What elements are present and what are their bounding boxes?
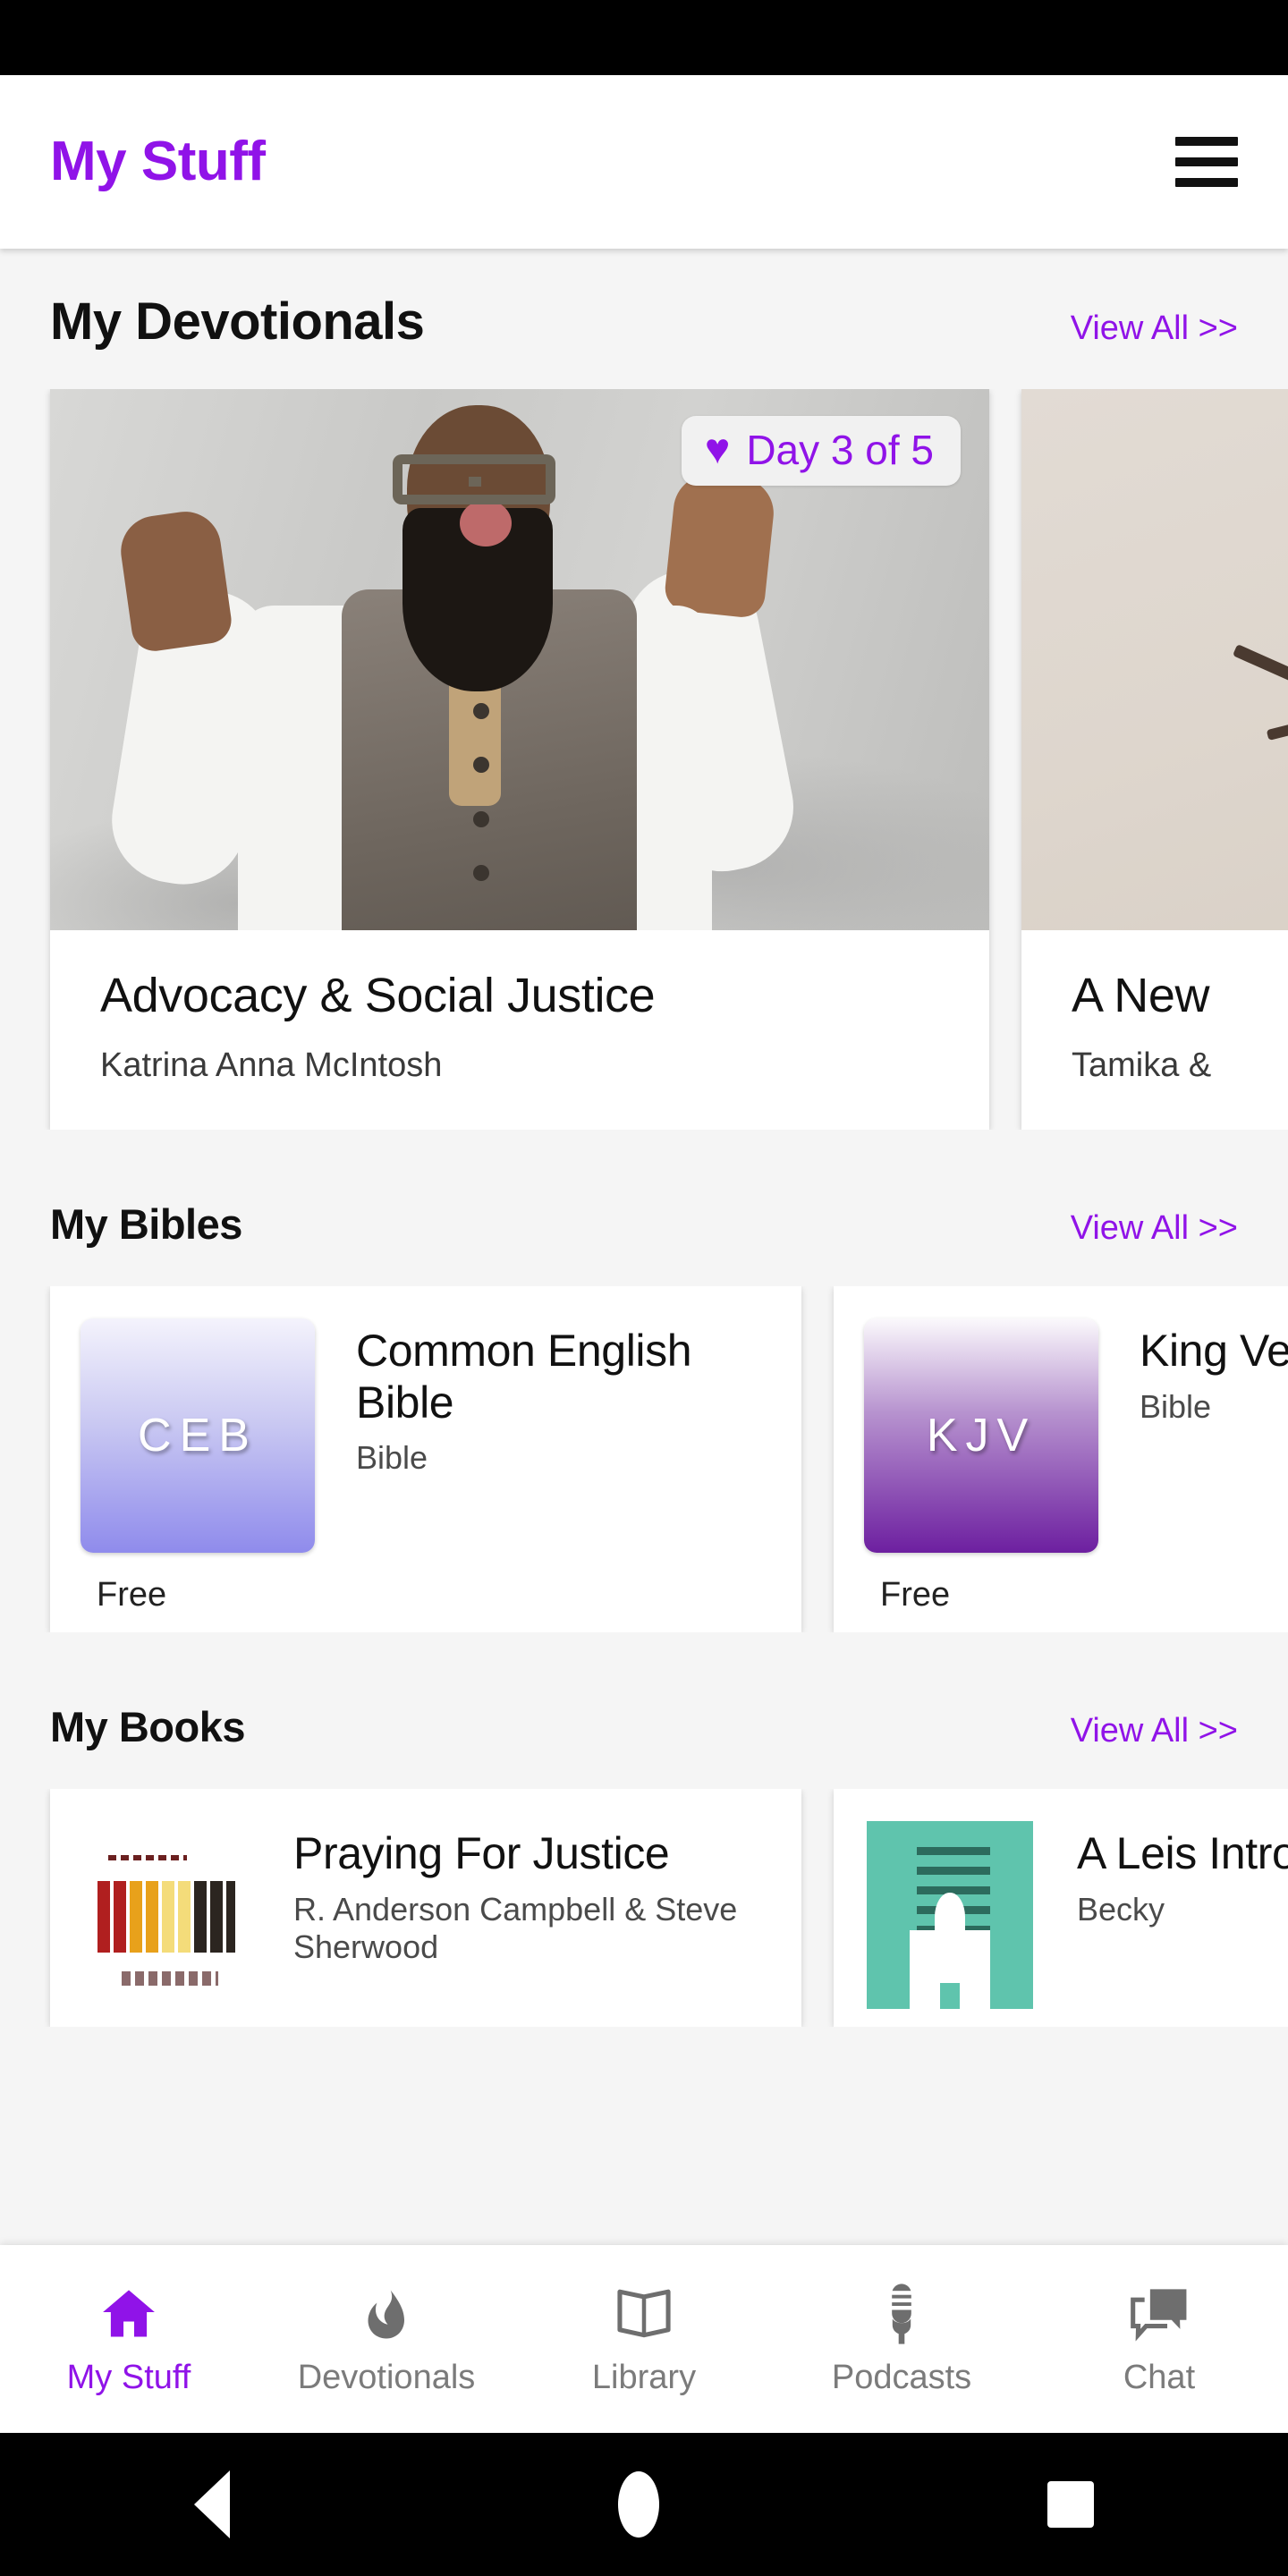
book-title: Praying For Justice bbox=[293, 1828, 670, 1878]
teal-church-book-cover bbox=[867, 1821, 1033, 2009]
section-header-devotionals: My Devotionals View All >> bbox=[0, 292, 1288, 352]
heart-icon: ♥ bbox=[704, 426, 731, 473]
bottom-tab-bar: My Stuff Devotionals Library Podcasts Ch… bbox=[0, 2245, 1288, 2433]
view-all-bibles[interactable]: View All >> bbox=[1071, 1209, 1238, 1248]
bible-subtitle: Bible bbox=[356, 1439, 428, 1476]
tab-label: My Stuff bbox=[66, 2358, 191, 2396]
section-title-books: My Books bbox=[50, 1703, 246, 1750]
system-navigation-bar bbox=[0, 2433, 1288, 2576]
page-title: My Stuff bbox=[50, 131, 266, 192]
tab-label: Library bbox=[591, 2358, 697, 2396]
main-content[interactable]: My Devotionals View All >> ♥ Day 3 of 5 … bbox=[0, 249, 1288, 2245]
tab-label: Podcasts bbox=[831, 2358, 972, 2396]
bible-title: Common English Bible bbox=[356, 1326, 692, 1428]
bible-card[interactable]: KJV King Vers Bible Free bbox=[834, 1286, 1288, 1632]
devotional-card[interactable]: A New Tamika & bbox=[1021, 389, 1288, 1130]
book-card[interactable]: A Leis Introd Becky bbox=[834, 1789, 1288, 2027]
flowers-on-pavement-photo bbox=[1021, 389, 1288, 930]
home-circle-icon[interactable] bbox=[618, 2471, 659, 2538]
section-title-devotionals: My Devotionals bbox=[50, 292, 425, 351]
devotional-meta: A New Tamika & bbox=[1021, 930, 1288, 1130]
devotional-author: Katrina Anna McIntosh bbox=[100, 1046, 443, 1084]
tab-my-stuff[interactable]: My Stuff bbox=[0, 2245, 258, 2433]
back-triangle-icon[interactable] bbox=[194, 2470, 230, 2538]
tab-devotionals[interactable]: Devotionals bbox=[258, 2245, 515, 2433]
flame-icon bbox=[360, 2282, 413, 2346]
progress-badge: ♥ Day 3 of 5 bbox=[681, 416, 961, 486]
hamburger-menu-icon[interactable] bbox=[1175, 133, 1238, 191]
devotional-author: Tamika & bbox=[1072, 1046, 1212, 1084]
devotionals-rail[interactable]: ♥ Day 3 of 5 Advocacy & Social Justice K… bbox=[0, 389, 1288, 1130]
view-all-books[interactable]: View All >> bbox=[1071, 1712, 1238, 1750]
book-icon bbox=[612, 2282, 676, 2346]
recents-square-icon[interactable] bbox=[1047, 2481, 1094, 2528]
app-bar: My Stuff bbox=[0, 75, 1288, 249]
progress-badge-label: Day 3 of 5 bbox=[746, 427, 934, 473]
books-rail[interactable]: Praying For Justice R. Anderson Campbell… bbox=[0, 1789, 1288, 2027]
book-cover bbox=[864, 1821, 1036, 2009]
microphone-icon bbox=[877, 2282, 926, 2346]
devotional-title: A New bbox=[1072, 969, 1210, 1022]
bible-thumbnail: KJV bbox=[864, 1318, 1098, 1553]
devotional-title: Advocacy & Social Justice bbox=[100, 969, 656, 1022]
phone-screen: My Stuff My Devotionals View All >> ♥ Da… bbox=[0, 0, 1288, 2576]
tab-podcasts[interactable]: Podcasts bbox=[773, 2245, 1030, 2433]
book-author: R. Anderson Campbell & Steve Sherwood bbox=[293, 1890, 738, 1965]
home-icon bbox=[97, 2282, 161, 2346]
tab-library[interactable]: Library bbox=[515, 2245, 773, 2433]
tab-chat[interactable]: Chat bbox=[1030, 2245, 1288, 2433]
bible-price: Free bbox=[880, 1576, 951, 1614]
bible-subtitle: Bible bbox=[1140, 1387, 1212, 1425]
tab-label: Chat bbox=[1123, 2358, 1196, 2396]
section-title-bibles: My Bibles bbox=[50, 1200, 242, 1248]
bible-abbreviation: CEB bbox=[138, 1410, 258, 1462]
bible-thumbnail: CEB bbox=[80, 1318, 315, 1553]
tab-label: Devotionals bbox=[297, 2358, 476, 2396]
bible-price: Free bbox=[97, 1576, 167, 1614]
book-title: A Leis Introd bbox=[1077, 1828, 1288, 1878]
bibles-rail[interactable]: CEB Common English Bible Bible Free KJV … bbox=[0, 1286, 1288, 1632]
book-cover bbox=[80, 1821, 252, 2009]
devotional-meta: Advocacy & Social Justice Katrina Anna M… bbox=[50, 930, 989, 1130]
book-author: Becky bbox=[1077, 1890, 1165, 1928]
devotional-card[interactable]: ♥ Day 3 of 5 Advocacy & Social Justice K… bbox=[50, 389, 989, 1130]
chat-bubble-icon bbox=[1128, 2282, 1191, 2346]
bible-title: King Vers bbox=[1140, 1326, 1288, 1376]
book-card[interactable]: Praying For Justice R. Anderson Campbell… bbox=[50, 1789, 801, 2027]
section-header-bibles: My Bibles View All >> bbox=[0, 1199, 1288, 1249]
section-header-books: My Books View All >> bbox=[0, 1702, 1288, 1751]
status-bar bbox=[0, 0, 1288, 75]
bible-card[interactable]: CEB Common English Bible Bible Free bbox=[50, 1286, 801, 1632]
view-all-devotionals[interactable]: View All >> bbox=[1071, 309, 1238, 348]
justice-book-cover bbox=[80, 1821, 252, 2009]
devotional-cover-image bbox=[1021, 389, 1288, 930]
devotional-cover-image: ♥ Day 3 of 5 bbox=[50, 389, 989, 930]
bible-abbreviation: KJV bbox=[926, 1410, 1037, 1462]
